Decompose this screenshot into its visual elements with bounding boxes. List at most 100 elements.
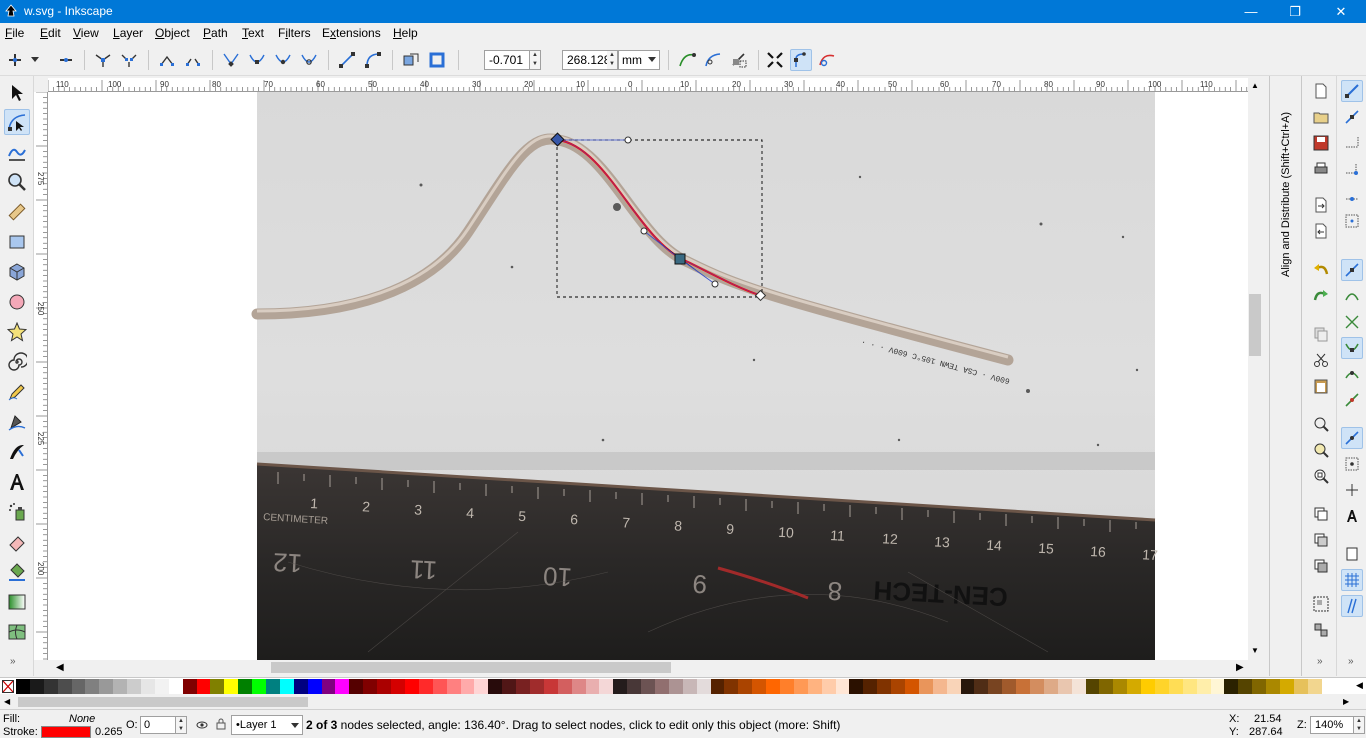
paste-button[interactable] <box>1310 375 1332 397</box>
zoom-input[interactable]: 140% <box>1310 716 1354 734</box>
color-swatch[interactable] <box>1168 679 1183 694</box>
commands-overflow-icon[interactable]: » <box>1317 656 1323 667</box>
menu-layer[interactable]: Layer <box>113 26 143 40</box>
group-button[interactable] <box>1310 593 1332 615</box>
mesh-tool-button[interactable] <box>4 619 30 645</box>
color-swatch[interactable] <box>335 679 350 694</box>
color-swatch[interactable] <box>446 679 461 694</box>
color-swatch[interactable] <box>1030 679 1044 694</box>
color-swatch[interactable] <box>182 679 197 694</box>
color-swatch[interactable] <box>1280 679 1294 694</box>
unlink-clone-button[interactable] <box>1310 555 1332 577</box>
snap-bbox-edge-button[interactable] <box>1341 132 1363 154</box>
color-swatch[interactable] <box>585 679 600 694</box>
duplicate-button[interactable] <box>1310 503 1332 525</box>
spiral-tool-button[interactable] <box>4 349 30 375</box>
color-swatch[interactable] <box>807 679 822 694</box>
color-swatch[interactable] <box>738 679 753 694</box>
text-tool-button[interactable] <box>4 469 30 495</box>
color-swatch[interactable] <box>891 679 905 694</box>
snap-rotation-center-button[interactable] <box>1341 479 1363 501</box>
horizontal-ruler[interactable]: 110 100 90 80 70 60 50 40 30 20 10 0 10 20 30 40 50 60 70 8… <box>48 78 1260 92</box>
toolbox-overflow-icon[interactable]: » <box>10 656 16 667</box>
y-coordinate-input[interactable]: 268.128 <box>562 50 610 70</box>
color-swatch[interactable] <box>502 679 517 694</box>
color-swatch[interactable] <box>1085 679 1100 694</box>
cut-button[interactable] <box>1310 349 1332 371</box>
color-swatch[interactable] <box>1196 679 1211 694</box>
node-tool-button[interactable] <box>4 109 30 135</box>
x-coordinate-input[interactable]: -0.701 <box>484 50 530 70</box>
drawing-canvas[interactable]: 1 2 3 4 5 6 7 8 9 10 11 12 13 14 15 16 17 CENTIMETER 12 1… <box>48 92 1248 660</box>
tweak-tool-button[interactable] <box>4 139 30 165</box>
palette-menu-icon[interactable]: ◀ <box>1356 680 1363 691</box>
color-swatch[interactable] <box>613 679 628 694</box>
menu-object[interactable]: Object <box>155 26 190 40</box>
color-swatch[interactable] <box>571 679 586 694</box>
y-spin-arrows[interactable]: ▲ ▼ <box>607 50 618 70</box>
menu-edit[interactable]: Edit <box>40 26 61 40</box>
gradient-tool-button[interactable] <box>4 589 30 615</box>
color-swatch[interactable] <box>946 679 961 694</box>
color-swatch[interactable] <box>516 679 530 694</box>
clone-button[interactable] <box>1310 529 1332 551</box>
color-swatch[interactable] <box>43 679 58 694</box>
color-swatch[interactable] <box>668 679 683 694</box>
color-swatch[interactable] <box>71 679 86 694</box>
color-swatch[interactable] <box>168 679 183 694</box>
color-swatch[interactable] <box>85 679 100 694</box>
snap-page-border-button[interactable] <box>1341 543 1363 565</box>
import-button[interactable] <box>1310 194 1332 216</box>
current-layer-select[interactable]: •Layer 1 <box>231 715 303 735</box>
fill-value[interactable]: None <box>69 713 95 725</box>
color-swatch[interactable] <box>1071 679 1086 694</box>
snap-grid-button[interactable] <box>1341 569 1363 591</box>
menu-path[interactable]: Path <box>203 26 228 40</box>
color-swatch[interactable] <box>1224 679 1239 694</box>
color-swatch[interactable] <box>849 679 864 694</box>
menu-text[interactable]: Text <box>242 26 264 40</box>
color-swatch[interactable] <box>557 679 572 694</box>
redo-button[interactable] <box>1310 285 1332 307</box>
color-swatch[interactable] <box>29 679 44 694</box>
color-swatch[interactable] <box>654 679 669 694</box>
color-swatch[interactable] <box>543 679 558 694</box>
export-button[interactable] <box>1310 220 1332 242</box>
color-swatch[interactable] <box>224 679 239 694</box>
palette-scroll-thumb[interactable] <box>18 697 308 707</box>
delete-segment-button[interactable] <box>182 49 204 71</box>
snap-overflow-icon[interactable]: » <box>1348 656 1354 667</box>
color-swatch[interactable] <box>210 679 225 694</box>
color-swatch[interactable] <box>363 679 378 694</box>
copy-button[interactable] <box>1310 323 1332 345</box>
color-swatch[interactable] <box>599 679 614 694</box>
pencil-tool-button[interactable] <box>4 379 30 405</box>
color-swatch[interactable] <box>16 679 30 694</box>
color-swatch[interactable] <box>1057 679 1072 694</box>
menu-help[interactable]: Help <box>393 26 418 40</box>
open-button[interactable] <box>1310 106 1332 128</box>
pen-tool-button[interactable] <box>4 409 30 435</box>
color-swatch[interactable] <box>1266 679 1281 694</box>
paint-bucket-tool-button[interactable] <box>4 559 30 585</box>
opacity-input[interactable]: 0 <box>140 716 176 734</box>
color-swatch[interactable] <box>752 679 767 694</box>
zoom-drawing-button[interactable] <box>1310 439 1332 461</box>
horizontal-scrollbar[interactable]: ◀ ▶ <box>48 660 1262 676</box>
zoom-spin-arrows[interactable]: ▲ ▼ <box>1354 716 1365 734</box>
color-swatch[interactable] <box>918 679 933 694</box>
color-swatch[interactable] <box>627 679 642 694</box>
color-swatch[interactable] <box>1293 679 1308 694</box>
color-swatch[interactable] <box>252 679 267 694</box>
ungroup-button[interactable] <box>1310 619 1332 641</box>
color-swatch[interactable] <box>418 679 433 694</box>
rectangle-tool-button[interactable] <box>4 229 30 255</box>
color-swatch[interactable] <box>1002 679 1017 694</box>
new-document-button[interactable] <box>1310 80 1332 102</box>
segment-line-button[interactable] <box>336 49 358 71</box>
color-swatch[interactable] <box>432 679 447 694</box>
color-swatch[interactable] <box>1155 679 1169 694</box>
show-mask-button[interactable] <box>728 49 750 71</box>
snap-text-baseline-button[interactable] <box>1341 505 1363 527</box>
unit-select[interactable]: mm <box>618 50 660 70</box>
